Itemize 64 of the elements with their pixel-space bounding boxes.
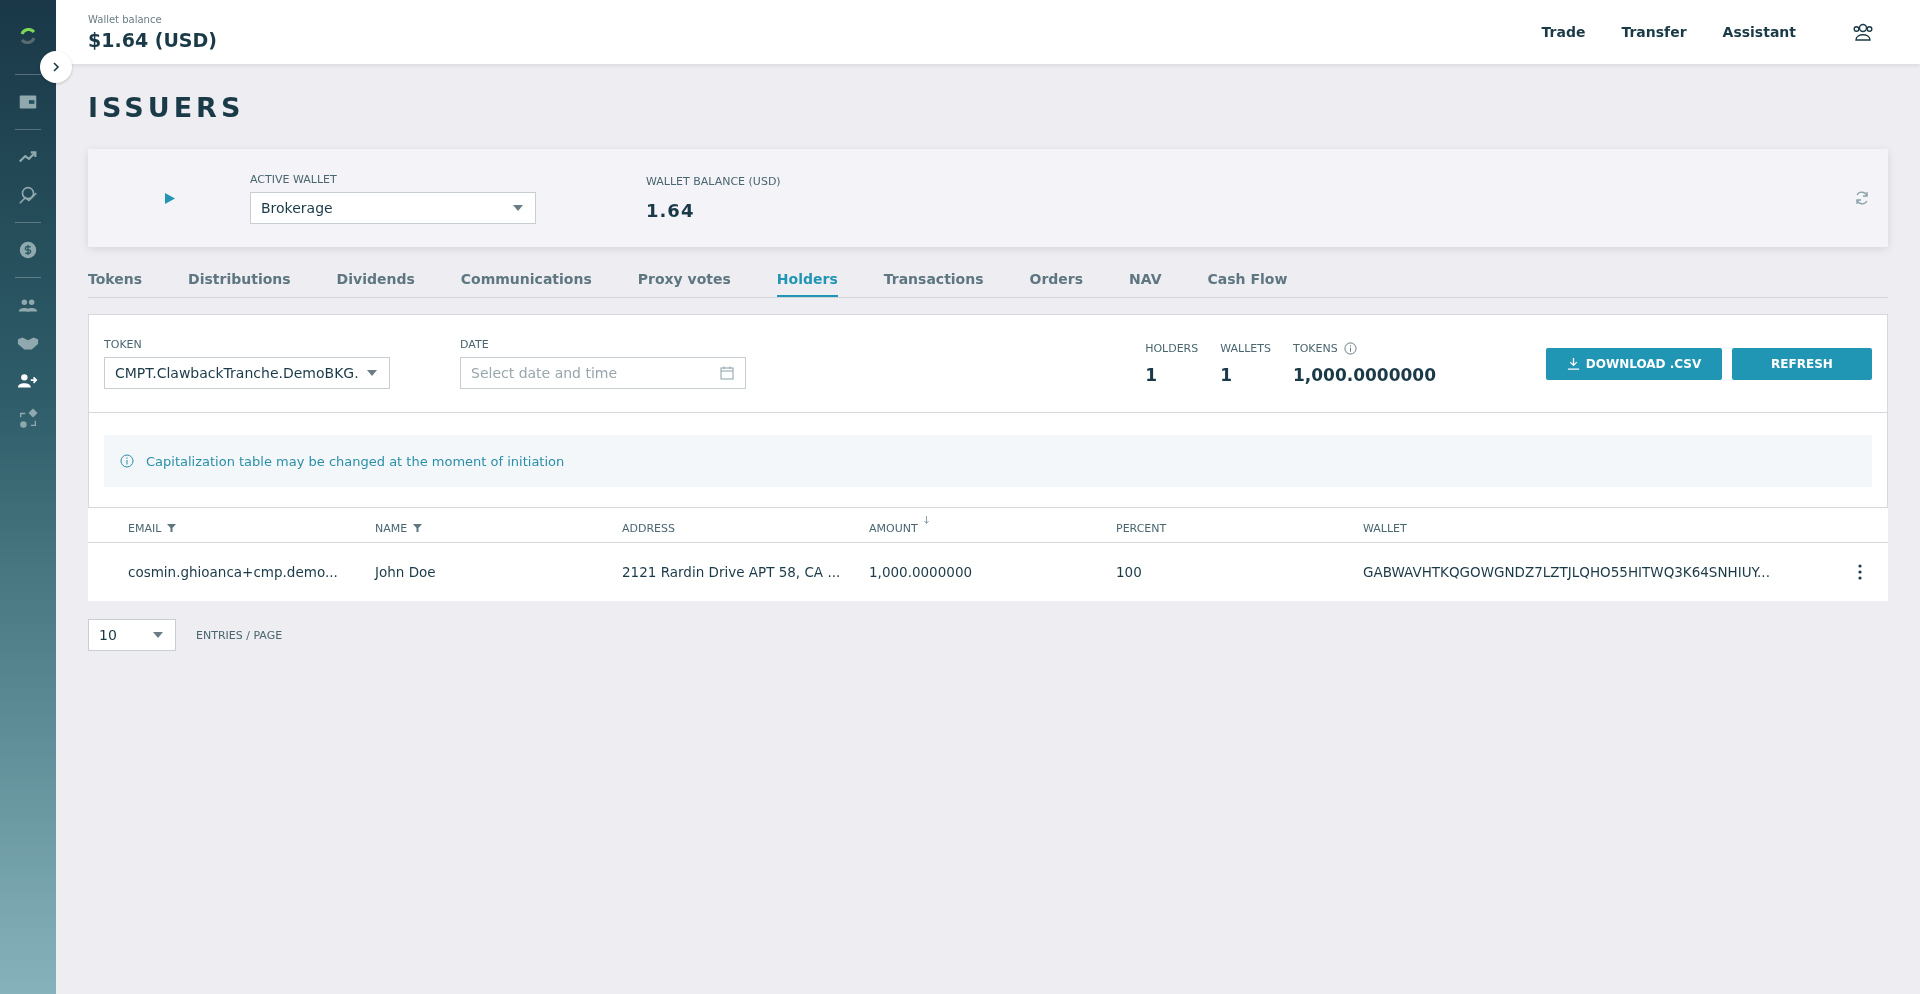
stat-label: TOKENS	[1292, 342, 1338, 355]
tab[interactable]: Dividends	[336, 271, 415, 297]
column-header[interactable]: WALLET	[1363, 521, 1407, 535]
stat-label: HOLDERS	[1145, 342, 1199, 355]
token-dropdown[interactable]: CMPT.ClawbackTranche.DemoBKG.	[104, 357, 390, 389]
users-icon[interactable]	[1852, 22, 1874, 42]
info-icon	[1343, 342, 1357, 355]
more-options-icon[interactable]	[1858, 564, 1862, 580]
field-label: WALLET BALANCE (USD)	[646, 175, 781, 188]
balance-label: Wallet balance	[88, 13, 163, 25]
column-header[interactable]: NAME	[375, 521, 408, 535]
logo-icon	[18, 26, 38, 46]
refresh-button[interactable]: REFRESH	[1732, 347, 1872, 380]
balance-value: $1.64 (USD)	[88, 28, 217, 51]
tab[interactable]: Distributions	[188, 271, 291, 297]
stat-label: WALLETS	[1220, 342, 1271, 355]
stat-value: 1	[1220, 365, 1234, 385]
wallet-balance-value: 1.64	[646, 200, 696, 221]
column-header[interactable]: EMAIL	[128, 521, 162, 535]
caret-icon	[513, 204, 523, 211]
dollar-icon[interactable]	[17, 239, 39, 261]
filter-icon[interactable]	[413, 524, 423, 532]
chevron-right-icon	[51, 61, 61, 73]
tab[interactable]: Cash Flow	[1207, 271, 1288, 297]
notice-text: Capitalization table may be changed at the moment of initiation	[146, 453, 565, 469]
page-size-label: ENTRIES / PAGE	[196, 628, 283, 642]
play-icon[interactable]	[164, 191, 176, 205]
tab[interactable]: Tokens	[88, 271, 143, 297]
column-header[interactable]: ADDRESS	[622, 521, 676, 535]
tab[interactable]: Orders	[1029, 271, 1084, 297]
table-cell-text: 1,000.0000000	[869, 564, 974, 580]
column-header[interactable]: AMOUNT	[869, 521, 918, 535]
nav-link[interactable]: Assistant	[1722, 24, 1796, 40]
table-cell-text: John Doe	[375, 564, 437, 580]
expand-button[interactable]	[40, 51, 72, 83]
download-button[interactable]: DOWNLOAD .CSV	[1546, 347, 1722, 380]
wallet-dropdown[interactable]: Brokerage	[250, 191, 536, 224]
date-field[interactable]: Select date and time	[460, 357, 746, 389]
nav-link[interactable]: Transfer	[1621, 24, 1687, 40]
download-icon	[1566, 357, 1580, 370]
table-cell-text: GABWAVHTKQGOWGNDZ7LZTJLQHO55HITWQ3K64SNHIUY...	[1363, 564, 1771, 580]
info-icon	[120, 454, 134, 468]
tab[interactable]: Proxy votes	[637, 271, 731, 297]
shapes-icon[interactable]	[17, 408, 39, 430]
stat-value: 1,000.0000000	[1292, 365, 1436, 385]
table-cell-text: 2121 Rardin Drive APT 58, CA ...	[622, 564, 842, 580]
tab[interactable]: Communications	[460, 271, 592, 297]
page-title: ISSUERS	[88, 92, 246, 123]
field-label: DATE	[460, 338, 490, 351]
filter-icon[interactable]	[167, 524, 177, 532]
field-label: TOKEN	[104, 338, 143, 351]
table-cell-text: 100	[1116, 564, 1143, 580]
caret-icon	[153, 632, 163, 638]
field-label: ACTIVE WALLET	[250, 172, 338, 186]
column-header[interactable]: PERCENT	[1116, 521, 1167, 535]
caret-icon	[367, 370, 377, 376]
refresh-icon[interactable]	[1854, 190, 1870, 206]
stat-value: 1	[1145, 365, 1158, 385]
table-cell-text: cosmin.ghioanca+cmp.demo...	[128, 564, 339, 580]
tab[interactable]: NAV	[1129, 271, 1162, 297]
page-size-dropdown[interactable]: 10	[88, 619, 176, 651]
nav-link[interactable]: Trade	[1541, 24, 1586, 40]
sort-arrow-icon[interactable]	[923, 516, 929, 524]
tab[interactable]: Transactions	[883, 271, 984, 297]
